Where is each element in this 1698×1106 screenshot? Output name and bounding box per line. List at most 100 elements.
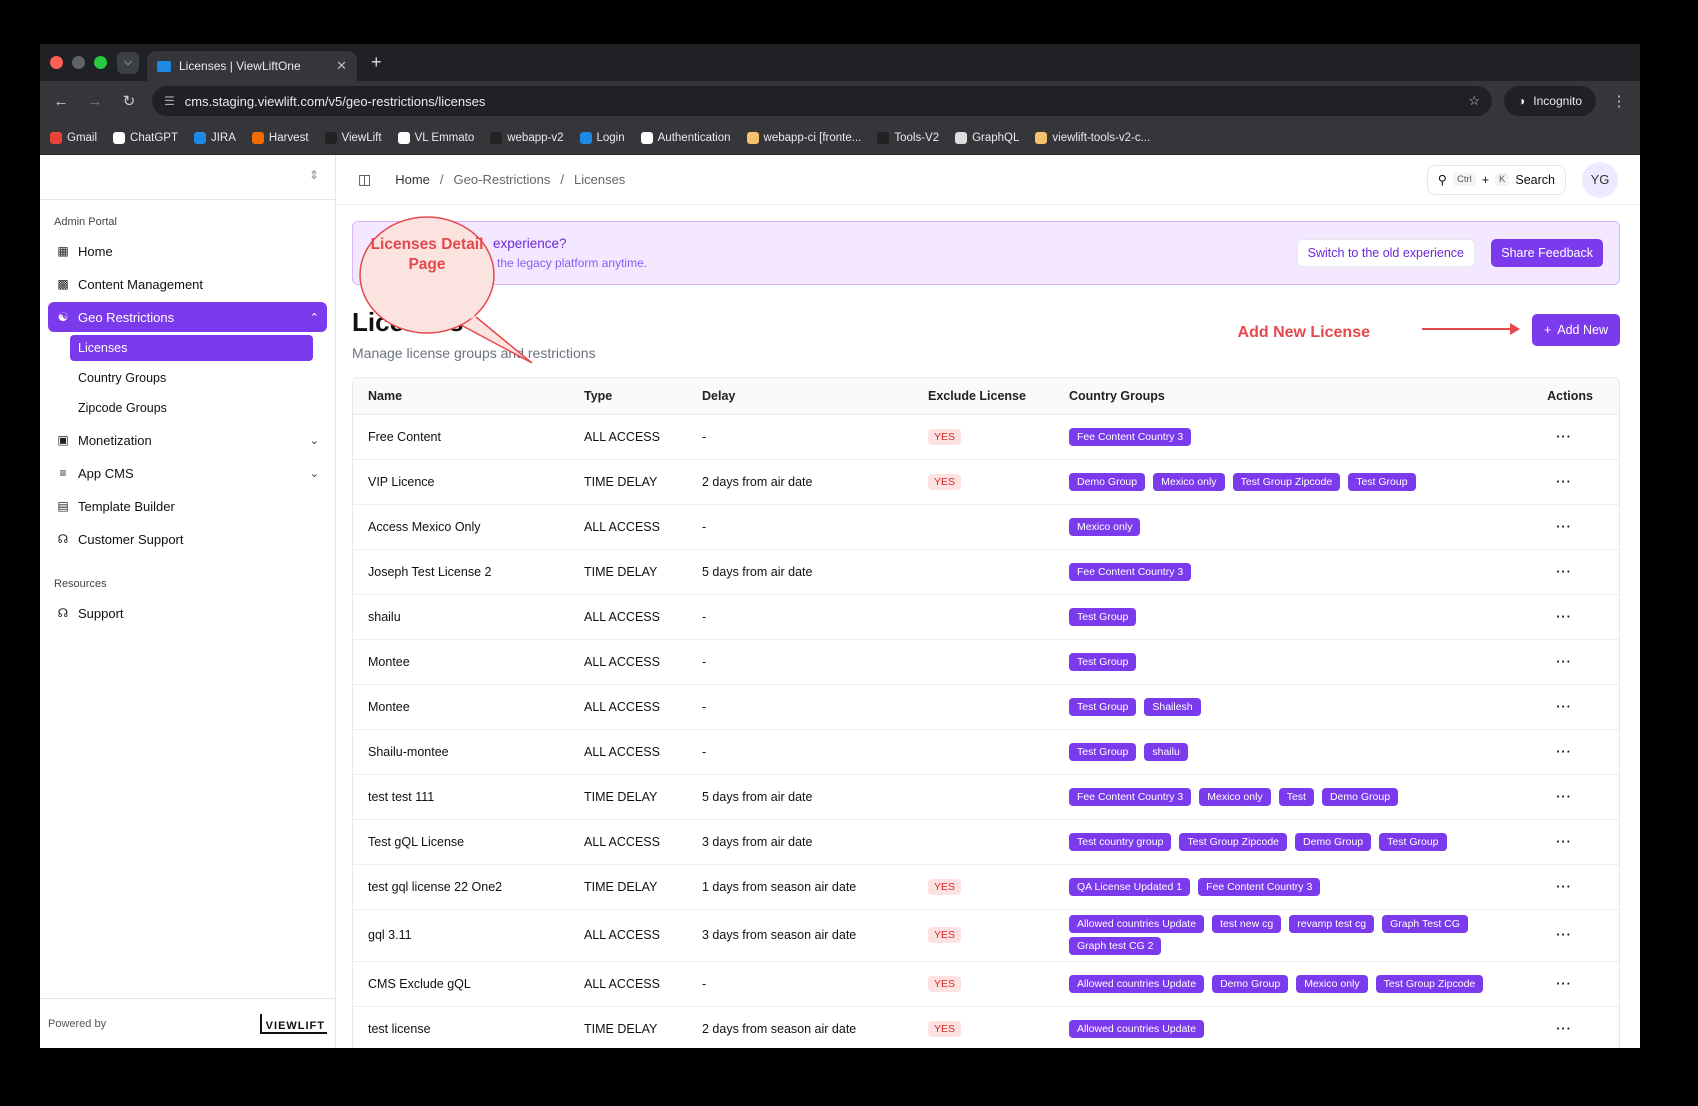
close-window-button[interactable]: [50, 56, 63, 69]
forward-icon[interactable]: →: [84, 93, 106, 110]
row-actions-menu-icon[interactable]: ···: [1509, 729, 1619, 775]
bookmark-favicon-icon: [50, 131, 62, 144]
row-actions-menu-icon[interactable]: ···: [1509, 594, 1619, 640]
bookmark-item[interactable]: webapp-ci [fronte...: [746, 131, 861, 144]
browser-tab[interactable]: Licenses | ViewLiftOne ✕: [147, 51, 357, 81]
maximize-window-button[interactable]: [94, 56, 107, 69]
breadcrumb-geo-restrictions[interactable]: Geo-Restrictions: [454, 172, 551, 187]
bookmark-item[interactable]: Tools-V2: [877, 131, 939, 144]
row-actions-menu-icon[interactable]: ···: [1509, 819, 1619, 865]
bookmark-item[interactable]: Authentication: [640, 131, 731, 144]
cell-exclude: YES: [913, 909, 1054, 962]
table-row[interactable]: Access Mexico Only ALL ACCESS - Mexico only…: [353, 504, 1619, 550]
bookmark-item[interactable]: Login: [579, 131, 625, 144]
bookmark-star-icon[interactable]: ☆: [1468, 93, 1480, 109]
table-row[interactable]: CMS Exclude gQL ALL ACCESS - YES Allowed cou…: [353, 961, 1619, 1007]
sidebar-subitem-zipcode-groups[interactable]: Zipcode Groups: [70, 395, 313, 421]
cell-country-groups: Allowed countries Update test new cg revam…: [1054, 909, 1509, 962]
row-actions-menu-icon[interactable]: ···: [1509, 864, 1619, 910]
sidebar-item-support[interactable]: ☊ Support: [48, 598, 327, 628]
bookmark-item[interactable]: VL Emmato: [397, 131, 475, 144]
table-row[interactable]: test license TIME DELAY 2 days from season…: [353, 1006, 1619, 1048]
incognito-badge[interactable]: ◑ Incognito: [1504, 86, 1596, 116]
bookmark-label: webapp-v2: [507, 131, 564, 144]
cell-type: ALL ACCESS: [569, 414, 687, 460]
sidebar-item-label: Monetization: [78, 432, 152, 448]
sliders-icon: ≡: [59, 466, 67, 480]
table-row[interactable]: test gql license 22 One2 TIME DELAY 1 days…: [353, 864, 1619, 910]
browser-menu-icon[interactable]: ⋮: [1608, 92, 1630, 110]
headset-icon: ☊: [57, 606, 69, 620]
callout-bubble-icon: [359, 216, 533, 364]
row-actions-menu-icon[interactable]: ···: [1509, 549, 1619, 595]
table-row[interactable]: Test gQL License ALL ACCESS 3 days from ai…: [353, 819, 1619, 865]
row-actions-menu-icon[interactable]: ···: [1509, 909, 1619, 962]
row-actions-menu-icon[interactable]: ···: [1509, 1006, 1619, 1048]
switch-old-experience-button[interactable]: Switch to the old experience: [1296, 239, 1475, 267]
avatar[interactable]: YG: [1582, 161, 1618, 198]
share-feedback-button[interactable]: Share Feedback: [1491, 239, 1603, 267]
workspace-switcher[interactable]: ⇕: [40, 155, 335, 200]
row-actions-menu-icon[interactable]: ···: [1509, 414, 1619, 460]
add-new-button[interactable]: + Add New: [1531, 314, 1620, 346]
sidebar-item-home[interactable]: ▦ Home: [48, 236, 327, 266]
header-type: Type: [569, 378, 687, 415]
bookmark-label: VL Emmato: [414, 131, 475, 144]
row-actions-menu-icon[interactable]: ···: [1509, 774, 1619, 820]
country-group-tag: Mexico only: [1296, 974, 1368, 993]
sidebar-item-content-management[interactable]: ▩ Content Management: [48, 269, 327, 299]
back-icon[interactable]: ←: [50, 93, 72, 110]
cell-exclude: [913, 549, 1054, 595]
table-row[interactable]: shailu ALL ACCESS - Test Group ···: [353, 594, 1619, 640]
table-row[interactable]: Montee ALL ACCESS - Test Group ···: [353, 639, 1619, 685]
sidebar-item-customer-support[interactable]: ☊ Customer Support: [48, 524, 327, 554]
breadcrumb-separator: /: [439, 172, 444, 187]
powered-by-text: Powered by: [48, 1017, 107, 1030]
country-group-tag: Test Group Zipcode: [1179, 832, 1288, 851]
tab-search-icon[interactable]: ⌵: [117, 51, 139, 74]
cell-delay: -: [687, 504, 913, 550]
sidebar-item-app-cms[interactable]: ≡ App CMS ⌄: [48, 458, 327, 488]
bookmark-item[interactable]: Harvest: [251, 131, 309, 144]
table-row[interactable]: Free Content ALL ACCESS - YES Fee Content Co…: [353, 414, 1619, 460]
minimize-window-button[interactable]: [72, 56, 85, 69]
bookmark-item[interactable]: JIRA: [193, 131, 236, 144]
bookmark-item[interactable]: viewlift-tools-v2-c...: [1035, 131, 1150, 144]
cell-type: TIME DELAY: [569, 864, 687, 910]
url-field[interactable]: ☰ cms.staging.viewlift.com/v5/geo-restri…: [152, 86, 1493, 116]
table-row[interactable]: gql 3.11 ALL ACCESS 3 days from season air…: [353, 909, 1619, 962]
row-actions-menu-icon[interactable]: ···: [1509, 684, 1619, 730]
breadcrumb-home[interactable]: Home: [395, 172, 430, 187]
sidebar-item-monetization[interactable]: ▣ Monetization ⌄: [48, 425, 327, 455]
bookmark-item[interactable]: ViewLift: [324, 131, 382, 144]
table-row[interactable]: Joseph Test License 2 TIME DELAY 5 days fr…: [353, 549, 1619, 595]
toggle-sidebar-icon[interactable]: ◫: [358, 171, 371, 188]
table-row[interactable]: Shailu-montee ALL ACCESS - Test Group shailu…: [353, 729, 1619, 775]
site-settings-icon[interactable]: ☰: [164, 94, 175, 108]
sidebar-subitem-country-groups[interactable]: Country Groups: [70, 365, 313, 391]
cell-type: ALL ACCESS: [569, 639, 687, 685]
cell-type: TIME DELAY: [569, 549, 687, 595]
bookmark-item[interactable]: ChatGPT: [113, 131, 178, 144]
table-row[interactable]: VIP Licence TIME DELAY 2 days from air dat…: [353, 459, 1619, 505]
row-actions-menu-icon[interactable]: ···: [1509, 639, 1619, 685]
sidebar-subitem-licenses[interactable]: Licenses: [70, 335, 313, 361]
sidebar-item-template-builder[interactable]: ▤ Template Builder: [48, 491, 327, 521]
row-actions-menu-icon[interactable]: ···: [1509, 459, 1619, 505]
sidebar-item-geo-restrictions[interactable]: ☯ Geo Restrictions ⌃: [48, 302, 327, 332]
new-tab-icon[interactable]: +: [371, 52, 382, 73]
close-tab-icon[interactable]: ✕: [336, 58, 347, 74]
cell-delay: -: [687, 961, 913, 1007]
row-actions-menu-icon[interactable]: ···: [1509, 504, 1619, 550]
bookmark-item[interactable]: Gmail: [50, 131, 97, 144]
bookmark-favicon-icon: [877, 131, 890, 144]
bookmark-item[interactable]: GraphQL: [955, 131, 1019, 144]
table-row[interactable]: Montee ALL ACCESS - Test Group Shailesh ···: [353, 684, 1619, 730]
row-actions-menu-icon[interactable]: ···: [1509, 961, 1619, 1007]
chevron-up-down-icon[interactable]: ⇕: [309, 168, 319, 182]
chevron-down-icon: ⌄: [309, 467, 319, 480]
reload-icon[interactable]: ↻: [118, 92, 140, 110]
search-button[interactable]: ⚲ Ctrl + K Search: [1426, 164, 1566, 195]
bookmark-item[interactable]: webapp-v2: [490, 131, 564, 144]
table-row[interactable]: test test 111 TIME DELAY 5 days from air d…: [353, 774, 1619, 820]
